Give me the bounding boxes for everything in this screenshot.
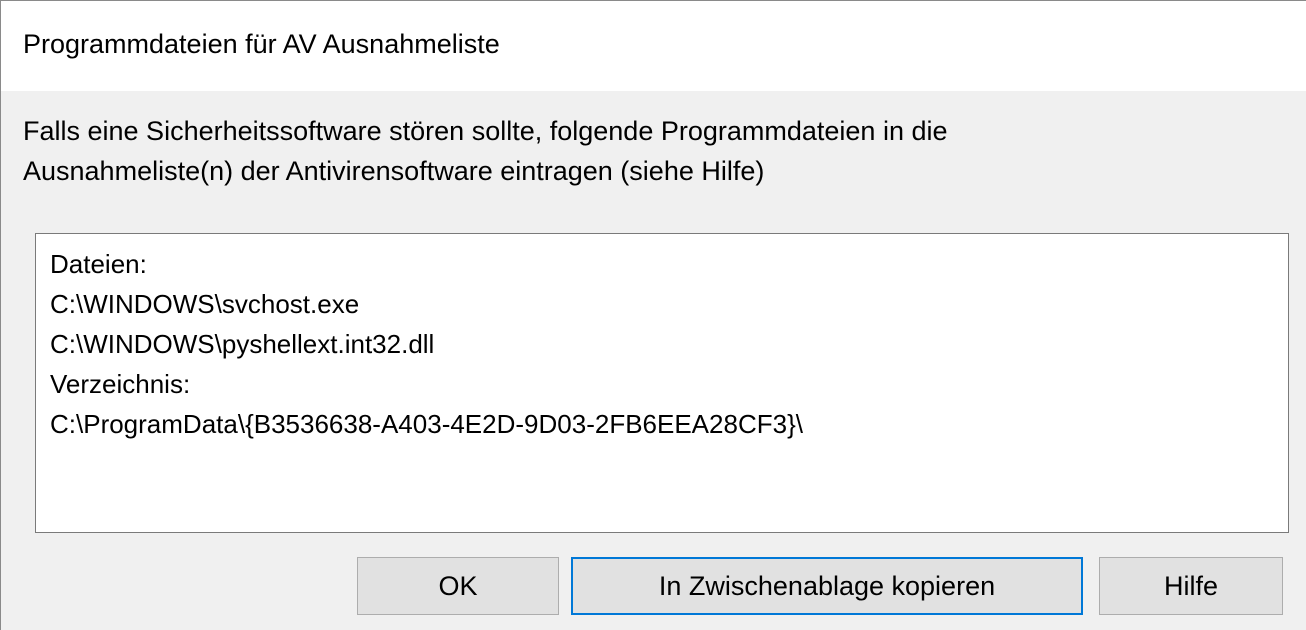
dialog-title: Programmdateien für AV Ausnahmeliste [23,29,500,59]
file-path-svchost: C:\WINDOWS\svchost.exe [50,289,360,319]
dialog-message: Falls eine Sicherheitssoftware stören so… [23,111,1263,191]
file-path-pyshellext: C:\WINDOWS\pyshellext.int32.dll [50,329,435,359]
message-line-1: Falls eine Sicherheitssoftware stören so… [23,116,948,146]
copy-to-clipboard-button[interactable]: In Zwischenablage kopieren [571,557,1083,615]
help-button[interactable]: Hilfe [1099,557,1283,615]
directory-path: C:\ProgramData\{B3536638-A403-4E2D-9D03-… [50,409,803,439]
message-line-2: Ausnahmeliste(n) der Antivirensoftware e… [23,156,765,186]
ok-button[interactable]: OK [357,557,559,615]
dialog-title-bar[interactable]: Programmdateien für AV Ausnahmeliste [1,1,1306,91]
file-list-textbox[interactable]: Dateien: C:\WINDOWS\svchost.exe C:\WINDO… [35,233,1289,533]
files-heading: Dateien: [50,249,147,279]
directory-heading: Verzeichnis: [50,369,191,399]
av-exclusion-dialog: Programmdateien für AV Ausnahmeliste Fal… [0,0,1306,630]
